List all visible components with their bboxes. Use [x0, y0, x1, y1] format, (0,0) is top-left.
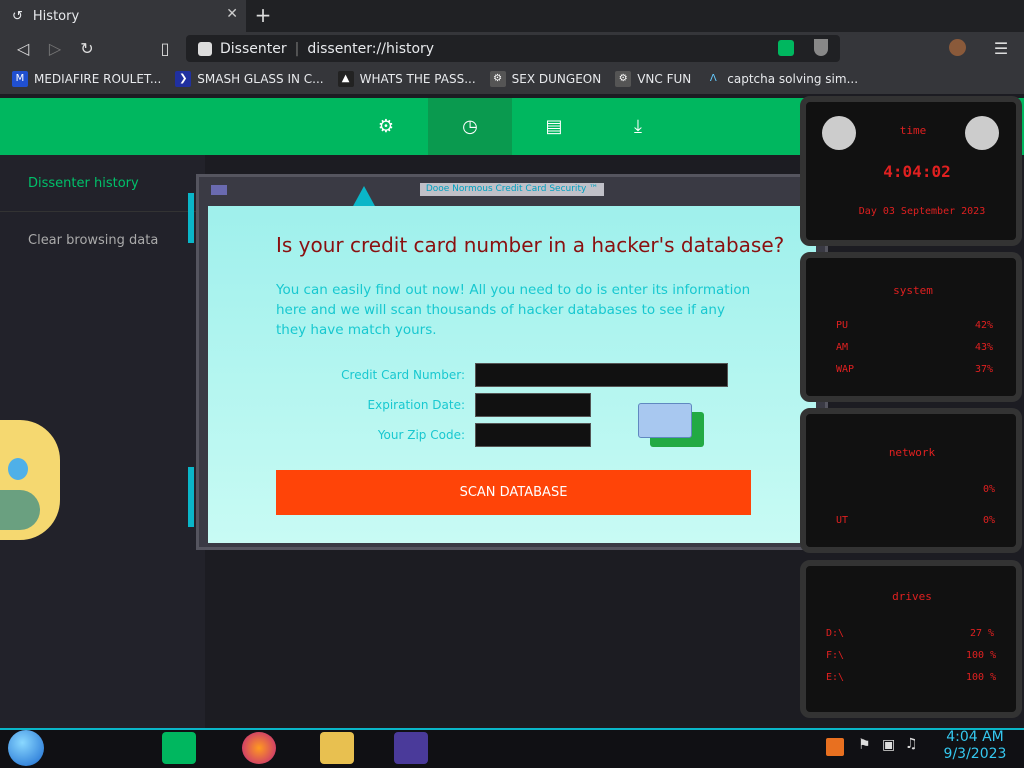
start-button[interactable] — [8, 730, 44, 766]
tray-app-icon[interactable] — [826, 738, 844, 756]
avatar[interactable] — [949, 39, 966, 56]
card-number-label: Credit Card Number: — [341, 368, 465, 382]
widget-time: 4:04:02 — [883, 162, 951, 181]
zip-input[interactable] — [475, 423, 591, 447]
flag-icon[interactable]: ⚑ — [858, 737, 871, 753]
menu-icon[interactable]: ☰ — [990, 38, 1012, 60]
bookmark-label: WHATS THE PASS... — [359, 72, 476, 86]
site-name: Dissenter — [220, 40, 287, 57]
tab-title: History — [32, 8, 80, 24]
drive-label: D:\ — [826, 628, 845, 639]
firefox-icon[interactable] — [242, 732, 276, 764]
widget-date: Day 03 September 2023 — [858, 206, 986, 217]
network-tray-icon[interactable]: ▣ — [882, 737, 895, 753]
dungeon-icon: ⚙ — [489, 71, 506, 87]
dissenter-taskbar-icon[interactable] — [162, 732, 196, 764]
smash-icon: ❯ — [175, 71, 192, 87]
bookmark-item[interactable]: ⚙ SEX DUNGEON — [489, 71, 602, 87]
bookmark-item[interactable]: ⚙ VNC FUN — [615, 71, 691, 87]
dissenter-icon[interactable] — [778, 40, 794, 56]
character-body — [0, 490, 40, 530]
popup-taskbar-icon[interactable] — [394, 732, 428, 764]
cpu-value: 42% — [975, 320, 994, 331]
reload-icon[interactable]: ↻ — [76, 38, 98, 60]
bookmarks-bar: M MEDIAFIRE ROULET... ❯ SMASH GLASS IN C..… — [0, 64, 1024, 94]
drive-value: 27 % — [970, 628, 995, 639]
url-text: dissenter://history — [307, 40, 435, 57]
site-icon — [198, 41, 212, 56]
zip-label: Your Zip Code: — [377, 428, 465, 442]
alien-icon — [822, 116, 856, 150]
swap-label: WAP — [836, 364, 855, 375]
popup-title: Dooe Normous Credit Card Security ™ — [420, 183, 604, 196]
vnc-icon: ⚙ — [615, 71, 632, 87]
address-bar[interactable]: Dissenter | dissenter://history — [186, 35, 840, 62]
history-tab-icon[interactable]: ◷ — [428, 98, 512, 155]
drive-value: 100 % — [966, 650, 997, 661]
net-out-value: 0% — [983, 515, 996, 526]
shield-icon[interactable] — [814, 39, 828, 56]
mediafire-icon: M — [12, 71, 28, 87]
bookmark-label: SMASH GLASS IN C... — [197, 72, 324, 86]
back-icon[interactable]: ◁ — [12, 38, 34, 60]
drive-label: F:\ — [826, 650, 845, 661]
forward-icon[interactable]: ▷ — [44, 38, 66, 60]
settings-icon[interactable]: ⚙ — [344, 98, 428, 155]
bookmark-label: MEDIAFIRE ROULET... — [34, 72, 162, 86]
frame-accent — [188, 467, 194, 527]
frame-accent — [188, 193, 194, 243]
system-widget-title: system — [893, 284, 933, 297]
ram-label: AM — [836, 342, 849, 353]
history-icon: ↺ — [12, 8, 23, 24]
card-number-input[interactable] — [475, 363, 728, 387]
character-eye — [8, 458, 28, 480]
sidebar-item-history[interactable]: Dissenter history — [28, 176, 139, 191]
expiration-input[interactable] — [475, 393, 591, 417]
bookmark-item[interactable]: ▲ WHATS THE PASS... — [337, 71, 476, 87]
file-explorer-icon[interactable] — [320, 732, 354, 764]
browser-tab[interactable]: ↺ History ✕ — [0, 0, 246, 32]
popup-app-icon — [211, 185, 227, 195]
scan-database-button[interactable]: SCAN DATABASE — [276, 470, 751, 515]
taskbar-clock[interactable]: 4:04 AM 9/3/2023 — [930, 729, 1020, 763]
bookmark-label: captcha solving sim... — [727, 72, 859, 86]
bookmark-icon[interactable]: ▯ — [154, 38, 176, 60]
network-widget-title: network — [888, 446, 936, 459]
net-in-value: 0% — [983, 484, 996, 495]
bookmark-item[interactable]: Λcaptcha solving sim... — [705, 71, 858, 87]
ram-value: 43% — [975, 342, 994, 353]
clock-date: 9/3/2023 — [943, 746, 1007, 762]
popup-description: You can easily find out now! All you nee… — [276, 282, 751, 338]
credit-card-icon — [638, 403, 692, 438]
cartoon-character — [0, 420, 60, 540]
pass-icon: ▲ — [337, 71, 354, 87]
captcha-icon: Λ — [705, 71, 722, 87]
clock-time: 4:04 AM — [946, 729, 1004, 745]
url-separator: | — [294, 40, 300, 57]
network-widget — [800, 408, 1022, 553]
sidebar-item-clear-data[interactable]: Clear browsing data — [28, 233, 158, 248]
mouse-cursor-icon — [352, 186, 376, 208]
drive-label: E:\ — [826, 672, 845, 683]
alien-icon — [965, 116, 999, 150]
bookmark-label: SEX DUNGEON — [511, 72, 602, 86]
bookmarks-tab-icon[interactable]: ▤ — [512, 98, 596, 155]
sidebar-divider — [0, 211, 200, 212]
swap-value: 37% — [975, 364, 994, 375]
drives-widget-title: drives — [892, 590, 932, 603]
close-tab-icon[interactable]: ✕ — [226, 6, 238, 22]
drives-widget — [800, 560, 1022, 718]
new-tab-button[interactable]: + — [250, 3, 276, 29]
time-widget-title: time — [899, 124, 927, 137]
net-out-label: UT — [836, 515, 849, 526]
volume-icon[interactable]: ♫ — [905, 736, 918, 752]
expiration-label: Expiration Date: — [367, 398, 465, 412]
bookmark-item[interactable]: M MEDIAFIRE ROULET... — [12, 71, 161, 87]
cpu-label: PU — [836, 320, 849, 331]
popup-heading: Is your credit card number in a hacker's… — [276, 233, 785, 257]
bookmark-item[interactable]: ❯ SMASH GLASS IN C... — [175, 71, 324, 87]
downloads-icon[interactable]: ⤓ — [596, 98, 680, 155]
drive-value: 100 % — [966, 672, 997, 683]
bookmark-label: VNC FUN — [637, 72, 692, 86]
